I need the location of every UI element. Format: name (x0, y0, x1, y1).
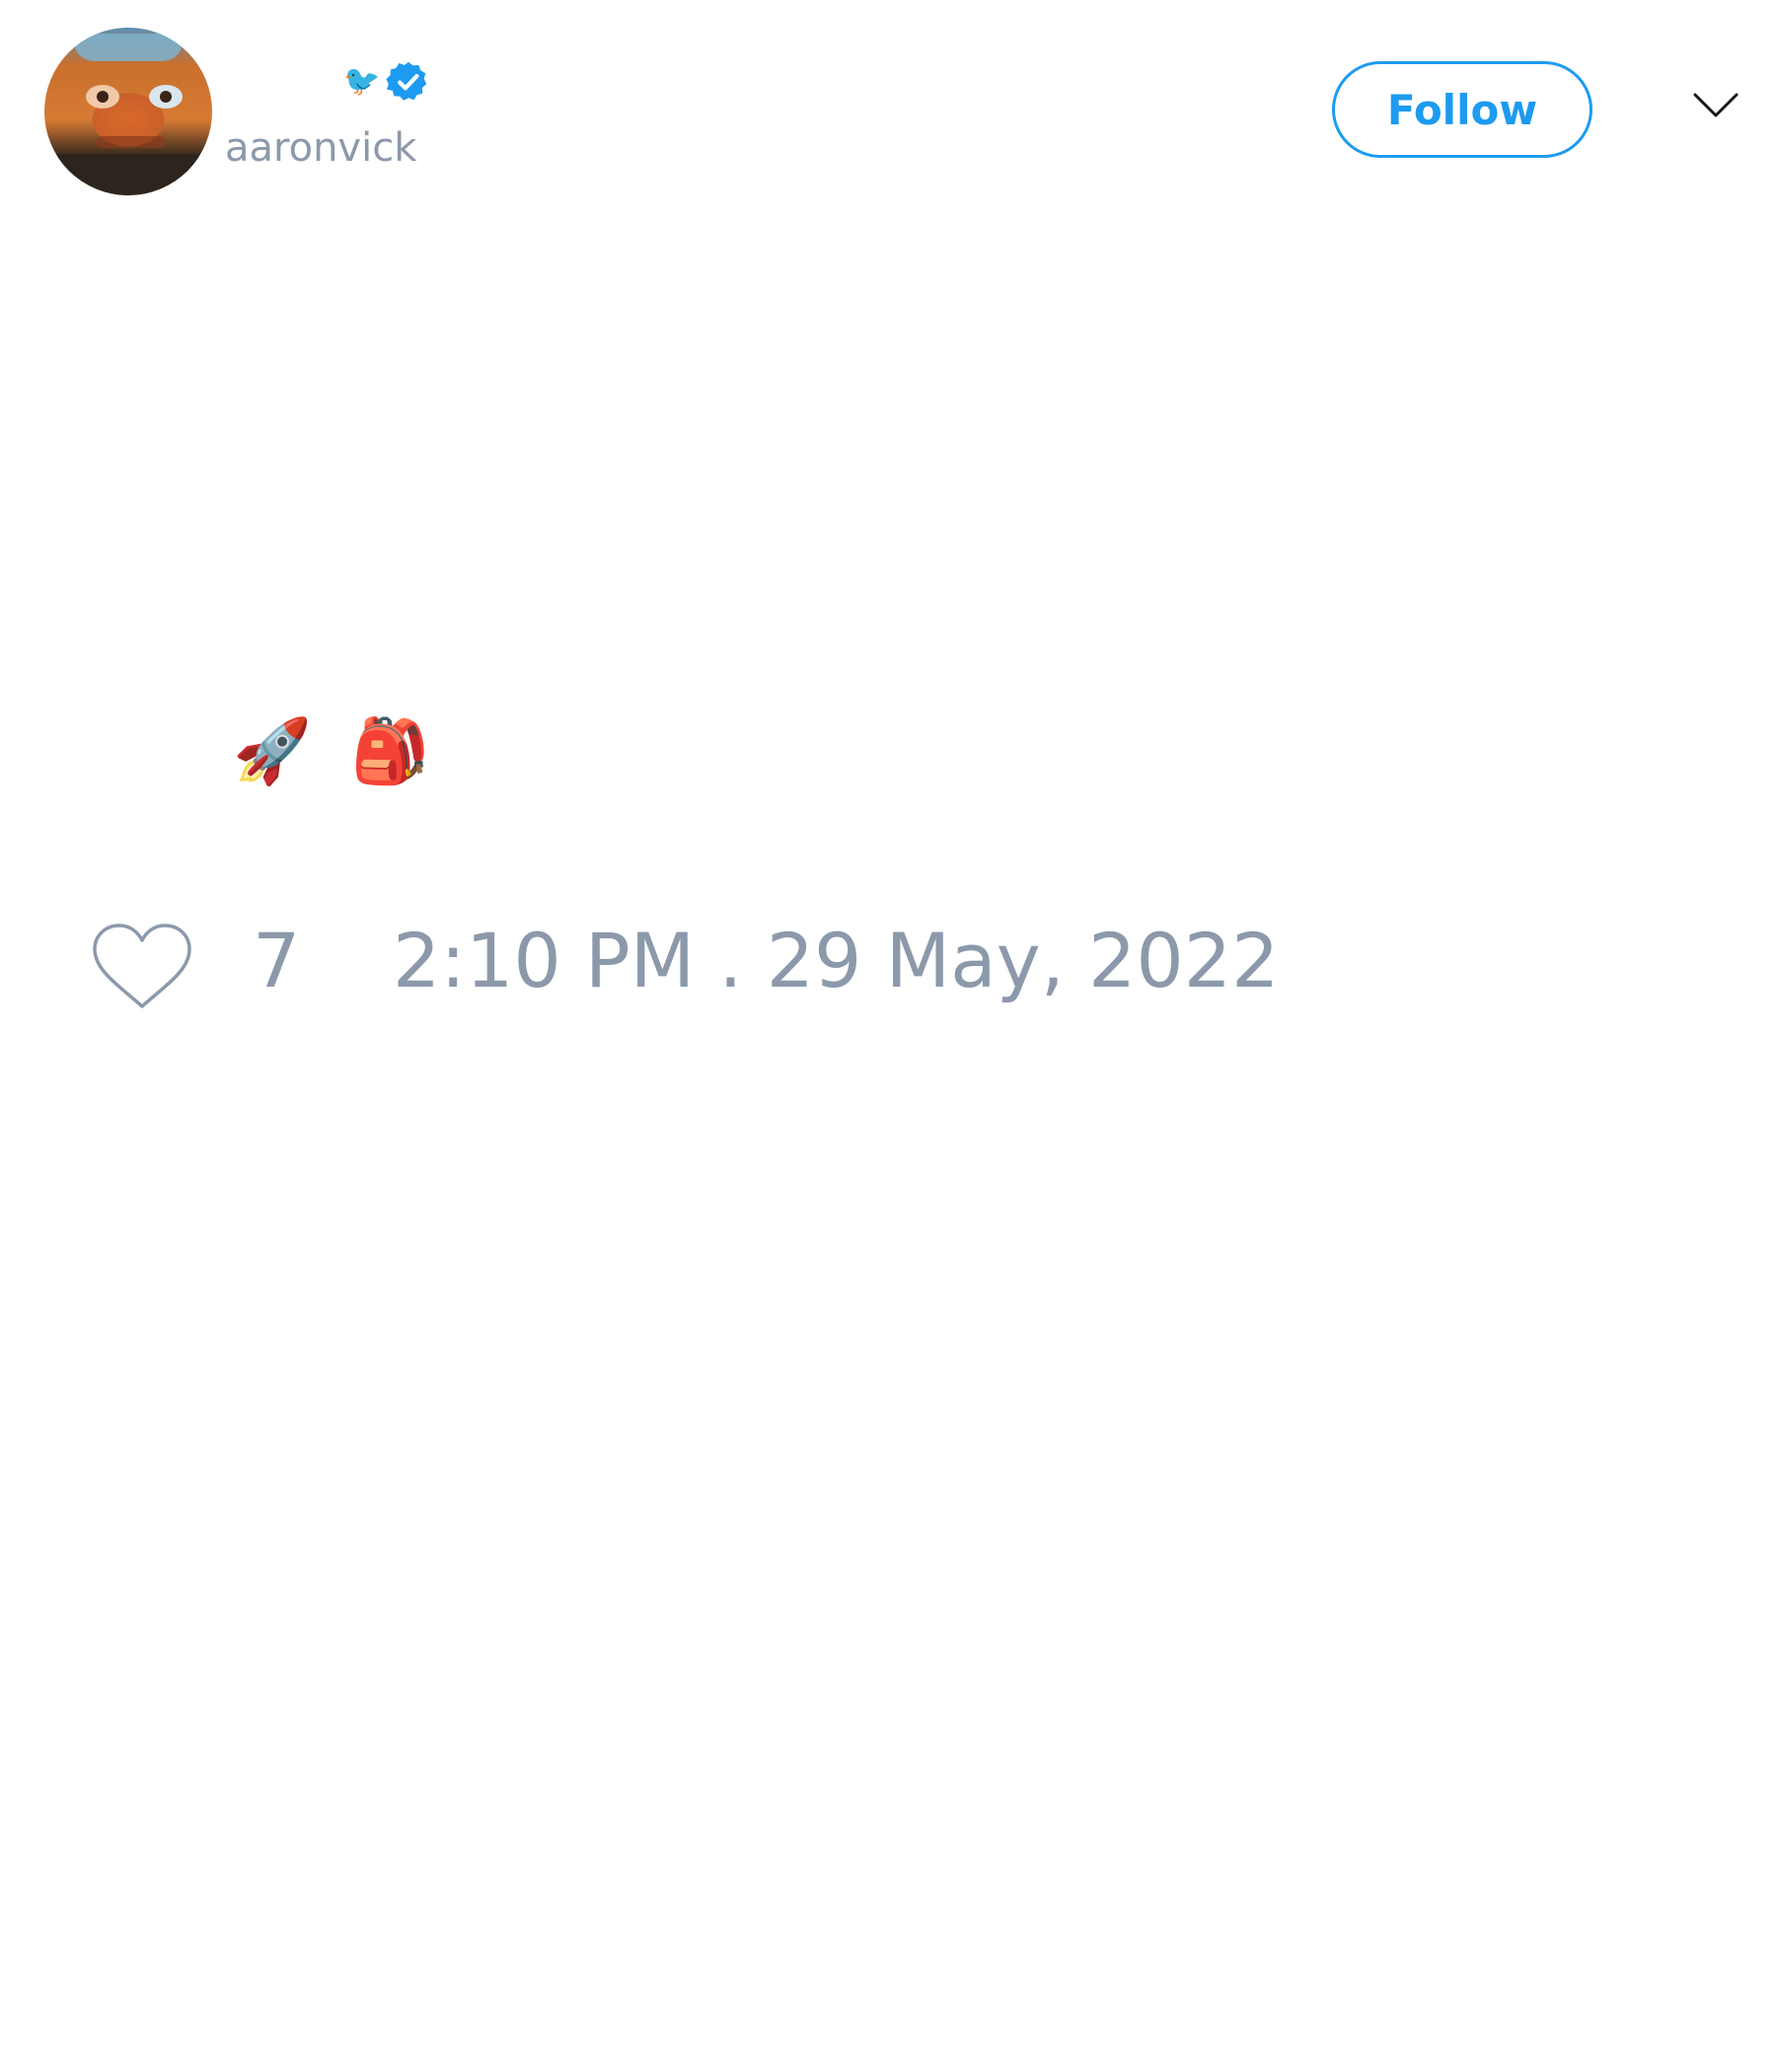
avatar-eye-right (149, 85, 183, 109)
avatar-eye-left (86, 85, 119, 109)
tweet-text: 🚀 🎒 (233, 720, 429, 783)
avatar-beard (44, 154, 212, 195)
avatar-headband (74, 34, 183, 61)
bird-emoji: 🐦 (343, 64, 381, 99)
follow-button[interactable]: Follow (1332, 61, 1592, 158)
tweet-timestamp[interactable]: 2:10 PM . 29 May, 2022 (393, 924, 1279, 999)
chevron-down-icon[interactable] (1692, 91, 1739, 120)
heart-icon[interactable] (91, 922, 193, 1012)
display-name-row[interactable]: 🐦 (343, 59, 431, 105)
backpack-emoji: 🎒 (350, 715, 430, 788)
like-count: 7 (253, 917, 301, 1004)
user-handle[interactable]: aaronvick (225, 124, 416, 172)
verified-badge-icon (386, 61, 427, 101)
avatar[interactable] (44, 28, 212, 195)
rocket-emoji: 🚀 (233, 715, 312, 788)
avatar-mouth (96, 136, 165, 148)
